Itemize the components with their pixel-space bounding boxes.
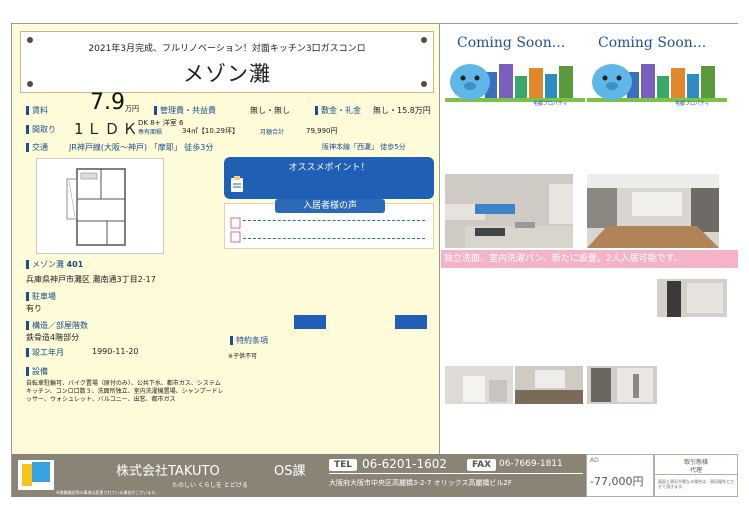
property-details-panel: 2021年3月完成、フルリノベーション！対面キッチン3口ガスコンロ メゾン灘 賃… <box>12 24 440 454</box>
coming-soon-text: Coming Soon... <box>598 35 707 51</box>
coming-soon-text: Coming Soon... <box>457 35 566 51</box>
rent-label: 賃料 <box>26 105 48 116</box>
built-value: 1990-11-20 <box>92 347 139 356</box>
equipment-label: 設備 <box>26 366 48 377</box>
deal-note: 図面と現況が異なる場合は、現況優先とさせて頂きます。 <box>658 479 734 489</box>
footer-bar: 株式会社TAKUTO OS課 たのしい くらしを とどける ※建築確認等の事項は… <box>12 454 738 497</box>
monthly-value: 79,990円 <box>306 127 338 135</box>
room-number: 401 <box>66 260 84 269</box>
structure-label: 構造／部屋階数 <box>26 320 88 331</box>
resident-voice-box: 入居者様の声 <box>224 199 434 249</box>
ad-value: -77,000円 <box>590 475 644 488</box>
mgmt-value: 無し・無し <box>250 106 290 115</box>
blue-block <box>294 315 326 329</box>
address: 兵庫県神戸市灘区 灘南通3丁目2-17 <box>26 275 156 284</box>
monthly-label: 月額合計 <box>260 129 285 136</box>
department: OS課 <box>274 464 306 479</box>
divider <box>243 220 425 221</box>
fax-label: FAX <box>467 459 497 471</box>
company-logo <box>18 460 54 490</box>
deal-box: 取引態様 代理 図面と現況が異なる場合は、現況優先とさせて頂きます。 <box>654 454 738 497</box>
equipment-value: 自転車駐輪可、バイク置場（原付のみ）、公共下水、都市ガス、システムキッチン、コン… <box>26 380 224 403</box>
area-label: 専有面積 <box>138 129 163 136</box>
brand-text: 宅都プロパティ <box>533 101 568 107</box>
ad-box: AD -77,000円 <box>586 454 654 497</box>
property-name: メゾン灘 <box>183 62 271 86</box>
traffic-label: 交通 <box>26 142 48 153</box>
company-name: 株式会社TAKUTO <box>116 464 220 479</box>
recommend-point-box: オススメポイント！ <box>224 157 434 199</box>
area-value: 34㎡【10.29坪】 <box>182 127 239 135</box>
brand-text: 宅都プロパティ <box>675 101 710 107</box>
parking-label: 駐車場 <box>26 291 56 302</box>
layout-value: 1ＬＤＫ <box>74 120 141 138</box>
tel-label: TEL <box>329 459 358 471</box>
layout-label: 間取り <box>26 124 56 135</box>
deal-value: 代理 <box>689 467 702 474</box>
hallway-photo <box>515 366 583 404</box>
title-box: 2021年3月完成、フルリノベーション！対面キッチン3口ガスコンロ メゾン灘 <box>20 31 434 93</box>
resident-voice-title: 入居者様の声 <box>275 199 385 213</box>
blue-block <box>395 315 427 329</box>
recommend-point-title: オススメポイント！ <box>288 163 370 173</box>
note-icon <box>230 217 241 243</box>
built-label: 竣工年月 <box>26 347 64 358</box>
coming-soon-image: 宅都プロパティ <box>587 54 727 109</box>
mgmt-label: 管理費・共益費 <box>154 105 216 116</box>
room-name-text: メゾン灘 <box>32 260 64 269</box>
tel-number[interactable]: 06-6201-1602 <box>362 457 447 471</box>
traffic-line2: 阪神本線「西灘」 徒歩5分 <box>322 143 406 151</box>
catch-copy: 2021年3月完成、フルリノベーション！対面キッチン3口ガスコンロ <box>88 44 366 54</box>
company-address: 大阪府大阪市中央区高麗橋3-2-7 オリックス高麗橋ビル2F <box>329 479 512 487</box>
flyer-sheet: 2021年3月完成、フルリノベーション！対面キッチン3口ガスコンロ メゾン灘 賃… <box>11 23 738 497</box>
deposit-value: 無し・15.8万円 <box>373 106 431 115</box>
kitchen-photo <box>445 174 573 248</box>
rent-unit: 万円 <box>125 105 139 113</box>
photo-caption: 独立洗面、室内洗濯パン、新たに設置。2人入居可能です。 <box>441 250 738 268</box>
fax-number: 06-7669-1811 <box>499 459 563 469</box>
window-photo <box>587 366 657 404</box>
deposit-label: 敷金・礼金 <box>315 105 361 116</box>
divider <box>243 238 425 239</box>
living-room-photo <box>587 174 719 248</box>
rent-value: 7.9 <box>90 90 125 115</box>
special-value: ※子供不可 <box>228 353 258 360</box>
ad-label: AD <box>590 457 599 464</box>
parking-value: 有り <box>26 304 42 313</box>
washroom-photo <box>445 366 513 404</box>
special-label: 特約条項 <box>230 335 268 346</box>
room-name: メゾン灘 401 <box>26 259 83 270</box>
photo-panel: Coming Soon... Coming Soon... 宅都プロパティ 宅都… <box>441 24 738 454</box>
closet-photo <box>657 279 727 317</box>
tagline: たのしい くらしを とどける <box>172 482 248 489</box>
divider <box>329 473 583 474</box>
footer-note: ※建築確認等の事項は変更されている場合がございます。 <box>56 490 159 495</box>
floor-plan-image <box>36 158 164 254</box>
traffic-line1: JR神戸線(大阪～神戸) 「摩耶」 徒歩3分 <box>69 143 214 152</box>
clipboard-icon <box>231 176 243 192</box>
structure-value: 鉄骨造4階部分 <box>26 333 80 342</box>
coming-soon-image: 宅都プロパティ <box>445 54 585 109</box>
